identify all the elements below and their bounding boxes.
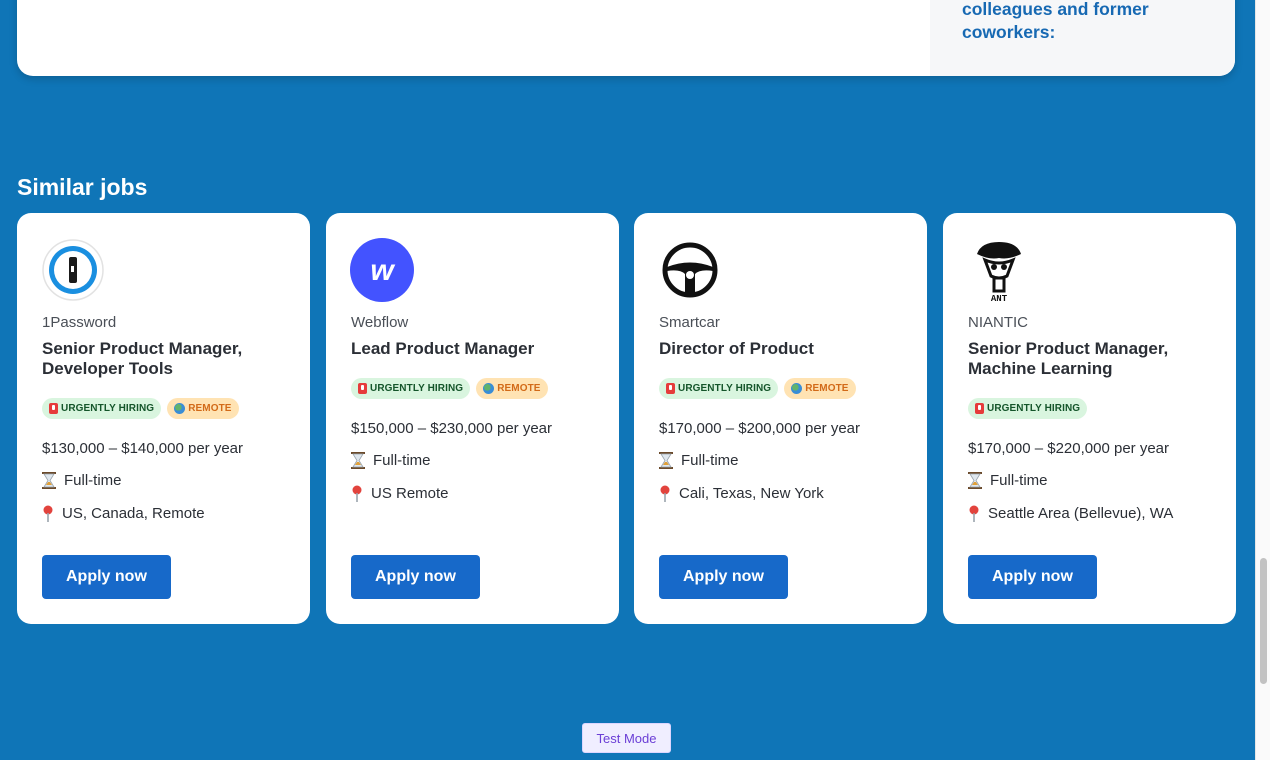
job-badges: URGENTLY HIRING REMOTE xyxy=(659,378,856,399)
salary-range: $150,000 – $230,000 per year xyxy=(351,420,552,437)
employment-type: Full-time xyxy=(968,472,1048,489)
employment-type: Full-time xyxy=(42,472,122,489)
webflow-logo: w xyxy=(350,238,414,302)
remote-badge: REMOTE xyxy=(476,378,548,399)
job-title[interactable]: Senior Product Manager, Machine Learning xyxy=(968,339,1218,379)
globe-icon xyxy=(791,383,803,394)
location-pin-icon xyxy=(352,485,362,502)
location-pin-icon xyxy=(969,505,979,522)
remote-badge: REMOTE xyxy=(784,378,856,399)
job-card-niantic[interactable]: ANT NIANTIC Senior Product Manager, Mach… xyxy=(943,213,1236,624)
location-label: US, Canada, Remote xyxy=(62,505,205,522)
webflow-logo-letter: w xyxy=(370,254,395,287)
location-label: Seattle Area (Bellevue), WA xyxy=(988,505,1174,522)
job-title[interactable]: Lead Product Manager xyxy=(351,339,601,359)
siren-icon xyxy=(358,383,367,394)
similar-jobs-list: 1Password Senior Product Manager, Develo… xyxy=(17,213,1236,624)
job-badges: URGENTLY HIRING REMOTE xyxy=(42,398,239,419)
referral-card: colleagues and former coworkers: xyxy=(17,0,1235,76)
badge-label: REMOTE xyxy=(497,383,541,394)
employment-type: Full-time xyxy=(659,452,739,469)
company-name: Webflow xyxy=(351,314,409,331)
job-title[interactable]: Director of Product xyxy=(659,339,909,359)
job-badges: URGENTLY HIRING xyxy=(968,398,1088,419)
job-badges: URGENTLY HIRING REMOTE xyxy=(351,378,548,399)
hourglass-icon xyxy=(42,472,56,489)
location-pin-icon xyxy=(43,505,53,522)
smartcar-logo xyxy=(658,238,722,302)
badge-label: URGENTLY HIRING xyxy=(987,403,1081,414)
employment-type-label: Full-time xyxy=(990,472,1048,489)
badge-label: REMOTE xyxy=(805,383,849,394)
salary-range: $170,000 – $200,000 per year xyxy=(659,420,860,437)
referral-side-panel: colleagues and former coworkers: xyxy=(930,0,1235,76)
hourglass-icon xyxy=(659,452,673,469)
employment-type-label: Full-time xyxy=(681,452,739,469)
urgently-hiring-badge: URGENTLY HIRING xyxy=(659,378,779,399)
hourglass-icon xyxy=(351,452,365,469)
hourglass-icon xyxy=(968,472,982,489)
location-label: US Remote xyxy=(371,485,449,502)
apply-now-button[interactable]: Apply now xyxy=(659,555,788,599)
apply-now-button[interactable]: Apply now xyxy=(968,555,1097,599)
badge-label: URGENTLY HIRING xyxy=(678,383,772,394)
apply-now-button[interactable]: Apply now xyxy=(42,555,171,599)
niantic-logo-text: ANT xyxy=(991,294,1008,302)
urgently-hiring-badge: URGENTLY HIRING xyxy=(968,398,1088,419)
referral-side-text: colleagues and former coworkers: xyxy=(962,0,1149,42)
location-pin-icon xyxy=(660,485,670,502)
job-card-smartcar[interactable]: Smartcar Director of Product URGENTLY HI… xyxy=(634,213,927,624)
company-name: 1Password xyxy=(42,314,117,331)
scrollbar-thumb[interactable] xyxy=(1260,558,1267,684)
urgently-hiring-badge: URGENTLY HIRING xyxy=(351,378,471,399)
similar-jobs-heading: Similar jobs xyxy=(17,174,148,200)
job-location: Cali, Texas, New York xyxy=(659,485,824,502)
1password-logo xyxy=(41,238,105,302)
siren-icon xyxy=(49,403,58,414)
employment-type-label: Full-time xyxy=(373,452,431,469)
employment-type-label: Full-time xyxy=(64,472,122,489)
badge-label: REMOTE xyxy=(188,403,232,414)
badge-label: URGENTLY HIRING xyxy=(370,383,464,394)
remote-badge: REMOTE xyxy=(167,398,239,419)
badge-label: URGENTLY HIRING xyxy=(61,403,155,414)
job-title[interactable]: Senior Product Manager, Developer Tools xyxy=(42,339,292,379)
siren-icon xyxy=(975,403,984,414)
siren-icon xyxy=(666,383,675,394)
urgently-hiring-badge: URGENTLY HIRING xyxy=(42,398,162,419)
globe-icon xyxy=(483,383,495,394)
job-card-webflow[interactable]: w Webflow Lead Product Manager URGENTLY … xyxy=(326,213,619,624)
job-location: US, Canada, Remote xyxy=(42,505,205,522)
job-location: US Remote xyxy=(351,485,449,502)
salary-range: $130,000 – $140,000 per year xyxy=(42,440,243,457)
company-name: Smartcar xyxy=(659,314,720,331)
globe-icon xyxy=(174,403,186,414)
test-mode-indicator[interactable]: Test Mode xyxy=(582,723,671,753)
company-name: NIANTIC xyxy=(968,314,1028,331)
job-location: Seattle Area (Bellevue), WA xyxy=(968,505,1173,522)
job-card-1password[interactable]: 1Password Senior Product Manager, Develo… xyxy=(17,213,310,624)
employment-type: Full-time xyxy=(351,452,431,469)
apply-now-button[interactable]: Apply now xyxy=(351,555,480,599)
salary-range: $170,000 – $220,000 per year xyxy=(968,440,1169,457)
vertical-scrollbar[interactable] xyxy=(1255,0,1270,760)
niantic-logo: ANT xyxy=(967,238,1031,304)
location-label: Cali, Texas, New York xyxy=(679,485,824,502)
